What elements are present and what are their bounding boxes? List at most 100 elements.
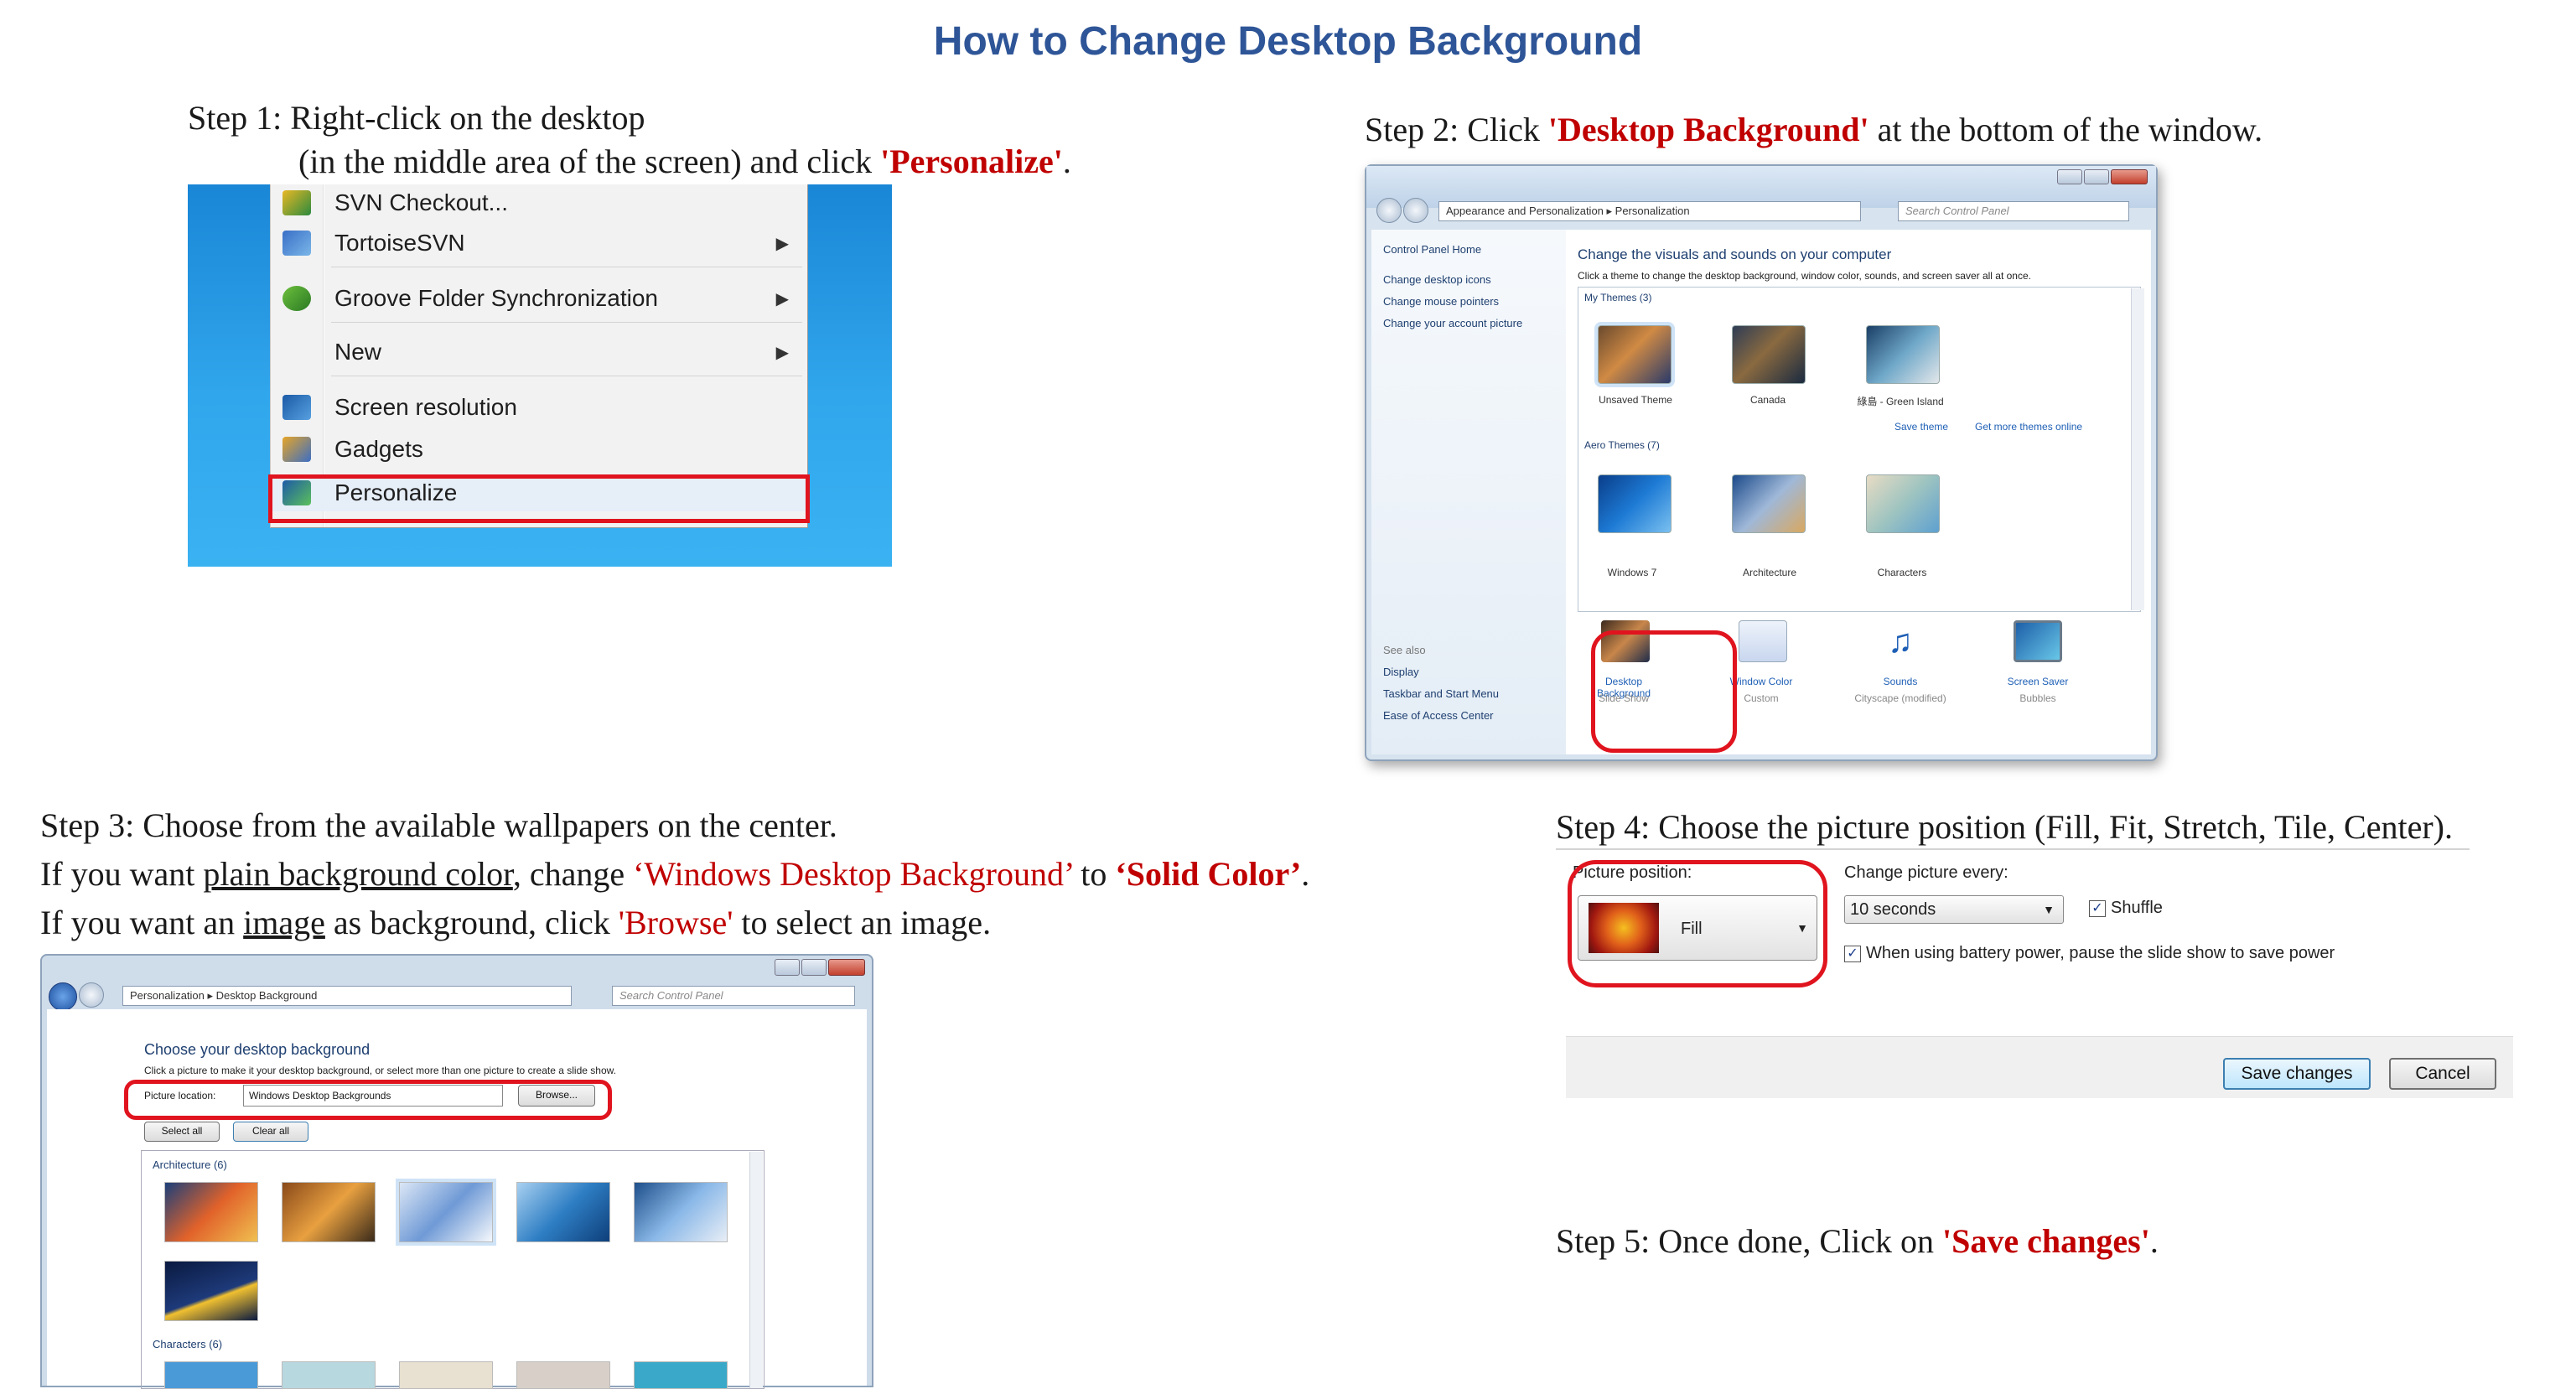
choose-subheading: Click a picture to make it your desktop … [144, 1065, 616, 1076]
wallpaper-scrollbar[interactable] [749, 1152, 763, 1388]
group-architecture-label: Architecture (6) [153, 1158, 227, 1171]
maximize-button[interactable] [2084, 169, 2109, 184]
choose-heading: Choose your desktop background [144, 1041, 371, 1058]
window-color-icon[interactable] [1739, 620, 1787, 662]
theme-thumb-windows7[interactable] [1598, 474, 1672, 533]
shuffle-checkbox[interactable]: ✓ Shuffle [2089, 899, 2163, 918]
clear-all-button[interactable]: Clear all [233, 1122, 308, 1142]
minimize-button[interactable] [2057, 169, 2082, 184]
menu-item-new[interactable]: New ▶ [271, 334, 809, 371]
minimize-button[interactable] [775, 959, 800, 976]
close-button[interactable] [828, 959, 865, 976]
highlight-personalize [268, 474, 810, 523]
wallpaper-thumb[interactable] [399, 1361, 493, 1389]
button-bar [1566, 1036, 2513, 1098]
theme-thumb-canada[interactable] [1732, 325, 1806, 384]
battery-checkbox[interactable]: ✓ When using battery power, pause the sli… [1844, 944, 2335, 963]
themes-scrollbar[interactable] [2131, 288, 2144, 610]
ease-of-access-link[interactable]: Ease of Access Center [1383, 709, 1494, 722]
step1-screenshot: SVN Checkout... TortoiseSVN ▶ Groove Fold… [188, 184, 892, 567]
sounds-link[interactable]: Sounds [1854, 676, 1946, 687]
wallpaper-thumb[interactable] [164, 1361, 258, 1389]
pane-heading: Change the visuals and sounds on your co… [1578, 246, 1892, 262]
groove-icon [282, 286, 311, 311]
my-themes-label: My Themes (3) [1584, 292, 1652, 303]
screen-saver-sub: Bubbles [2019, 692, 2056, 704]
step2-window: Appearance and Personalization ▸ Persona… [1365, 164, 2158, 761]
theme-label-characters: Characters [1877, 567, 1927, 578]
change-picture-label: Change picture every: [1844, 863, 2008, 882]
theme-thumb-green-island[interactable] [1866, 325, 1940, 384]
step5-text: Step 5: Once done, Click on 'Save change… [1556, 1222, 2159, 1260]
sounds-sub: Cityscape (modified) [1854, 692, 1946, 704]
close-button[interactable] [2111, 169, 2148, 184]
change-account-picture-link[interactable]: Change your account picture [1383, 317, 1522, 329]
wallpaper-thumb[interactable] [164, 1261, 258, 1321]
wallpaper-thumb[interactable] [282, 1182, 376, 1242]
wallpaper-thumb[interactable] [164, 1182, 258, 1242]
change-mouse-pointers-link[interactable]: Change mouse pointers [1383, 295, 1499, 308]
back-button[interactable] [1376, 198, 1402, 223]
wallpaper-thumb[interactable] [516, 1182, 610, 1242]
control-panel-home-link[interactable]: Control Panel Home [1383, 243, 1481, 256]
page-title: How to Change Desktop Background [933, 19, 1643, 64]
display-link[interactable]: Display [1383, 666, 1419, 678]
wallpaper-thumb[interactable] [634, 1361, 728, 1389]
theme-label-architecture: Architecture [1742, 567, 1797, 578]
step2-text: Step 2: Click 'Desktop Background' at th… [1365, 111, 2263, 148]
address-bar[interactable]: Appearance and Personalization ▸ Persona… [1438, 201, 1861, 221]
forward-button[interactable] [1403, 198, 1428, 223]
sounds-icon[interactable]: ♫ [1876, 620, 1925, 662]
save-theme-link[interactable]: Save theme [1894, 421, 1948, 433]
screen-saver-link[interactable]: Screen Saver [1992, 676, 2084, 687]
group-characters-label: Characters (6) [153, 1338, 223, 1350]
left-pane: Control Panel Home Change desktop icons … [1371, 230, 1566, 754]
step1-line2: (in the middle area of the screen) and c… [298, 143, 1071, 180]
save-changes-emphasis: 'Save changes' [1942, 1222, 2150, 1260]
svn-icon [282, 190, 311, 215]
step4-panel: Picture position: Fill ▼ Change picture … [1566, 852, 2513, 1098]
see-also-label: See also [1383, 644, 1426, 656]
chevron-down-icon: ▼ [2043, 903, 2055, 916]
step3-line1: Step 3: Choose from the available wallpa… [40, 806, 837, 844]
wallpaper-thumb[interactable] [516, 1361, 610, 1389]
personalize-emphasis: 'Personalize' [880, 143, 1063, 180]
step3-window: Personalization ▸ Desktop Background Sea… [40, 954, 873, 1389]
menu-item-groove[interactable]: Groove Folder Synchronization ▶ [271, 280, 809, 317]
tortoise-icon [282, 231, 311, 256]
submenu-arrow-icon: ▶ [775, 234, 789, 253]
theme-label-windows7: Windows 7 [1607, 567, 1657, 578]
wallpaper-thumb[interactable] [634, 1182, 728, 1242]
wallpaper-thumb-selected[interactable] [399, 1182, 493, 1242]
change-picture-select[interactable]: 10 seconds ▼ [1844, 895, 2064, 924]
highlight-desktop-background [1591, 630, 1737, 753]
desktop-background-emphasis: 'Desktop Background' [1547, 111, 1869, 148]
cancel-button[interactable]: Cancel [2389, 1058, 2496, 1090]
menu-item-svn-checkout[interactable]: SVN Checkout... [271, 184, 809, 221]
menu-item-gadgets[interactable]: Gadgets [271, 431, 809, 468]
address-bar[interactable]: Personalization ▸ Desktop Background [122, 986, 572, 1006]
search-input[interactable]: Search Control Panel [612, 986, 855, 1006]
back-button[interactable] [49, 982, 77, 1011]
theme-thumb-unsaved[interactable] [1598, 325, 1672, 384]
change-desktop-icons-link[interactable]: Change desktop icons [1383, 273, 1491, 286]
taskbar-link[interactable]: Taskbar and Start Menu [1383, 687, 1499, 700]
step3-line2: If you want plain background color, chan… [40, 855, 1310, 893]
save-changes-button[interactable]: Save changes [2223, 1058, 2371, 1090]
menu-item-tortoisesvn[interactable]: TortoiseSVN ▶ [271, 225, 809, 262]
aero-themes-label: Aero Themes (7) [1584, 439, 1660, 451]
select-all-button[interactable]: Select all [144, 1122, 220, 1142]
search-input[interactable]: Search Control Panel [1898, 201, 2129, 221]
screen-saver-icon[interactable] [2014, 620, 2062, 662]
get-more-themes-link[interactable]: Get more themes online [1975, 421, 2082, 433]
highlight-picture-location [124, 1080, 612, 1120]
theme-thumb-architecture[interactable] [1732, 474, 1806, 533]
divider [1556, 848, 2470, 850]
theme-label-unsaved: Unsaved Theme [1599, 394, 1672, 406]
forward-button[interactable] [79, 982, 104, 1008]
submenu-arrow-icon: ▶ [775, 343, 789, 362]
theme-thumb-characters[interactable] [1866, 474, 1940, 533]
menu-item-screen-resolution[interactable]: Screen resolution [271, 389, 809, 426]
wallpaper-thumb[interactable] [282, 1361, 376, 1389]
maximize-button[interactable] [801, 959, 827, 976]
